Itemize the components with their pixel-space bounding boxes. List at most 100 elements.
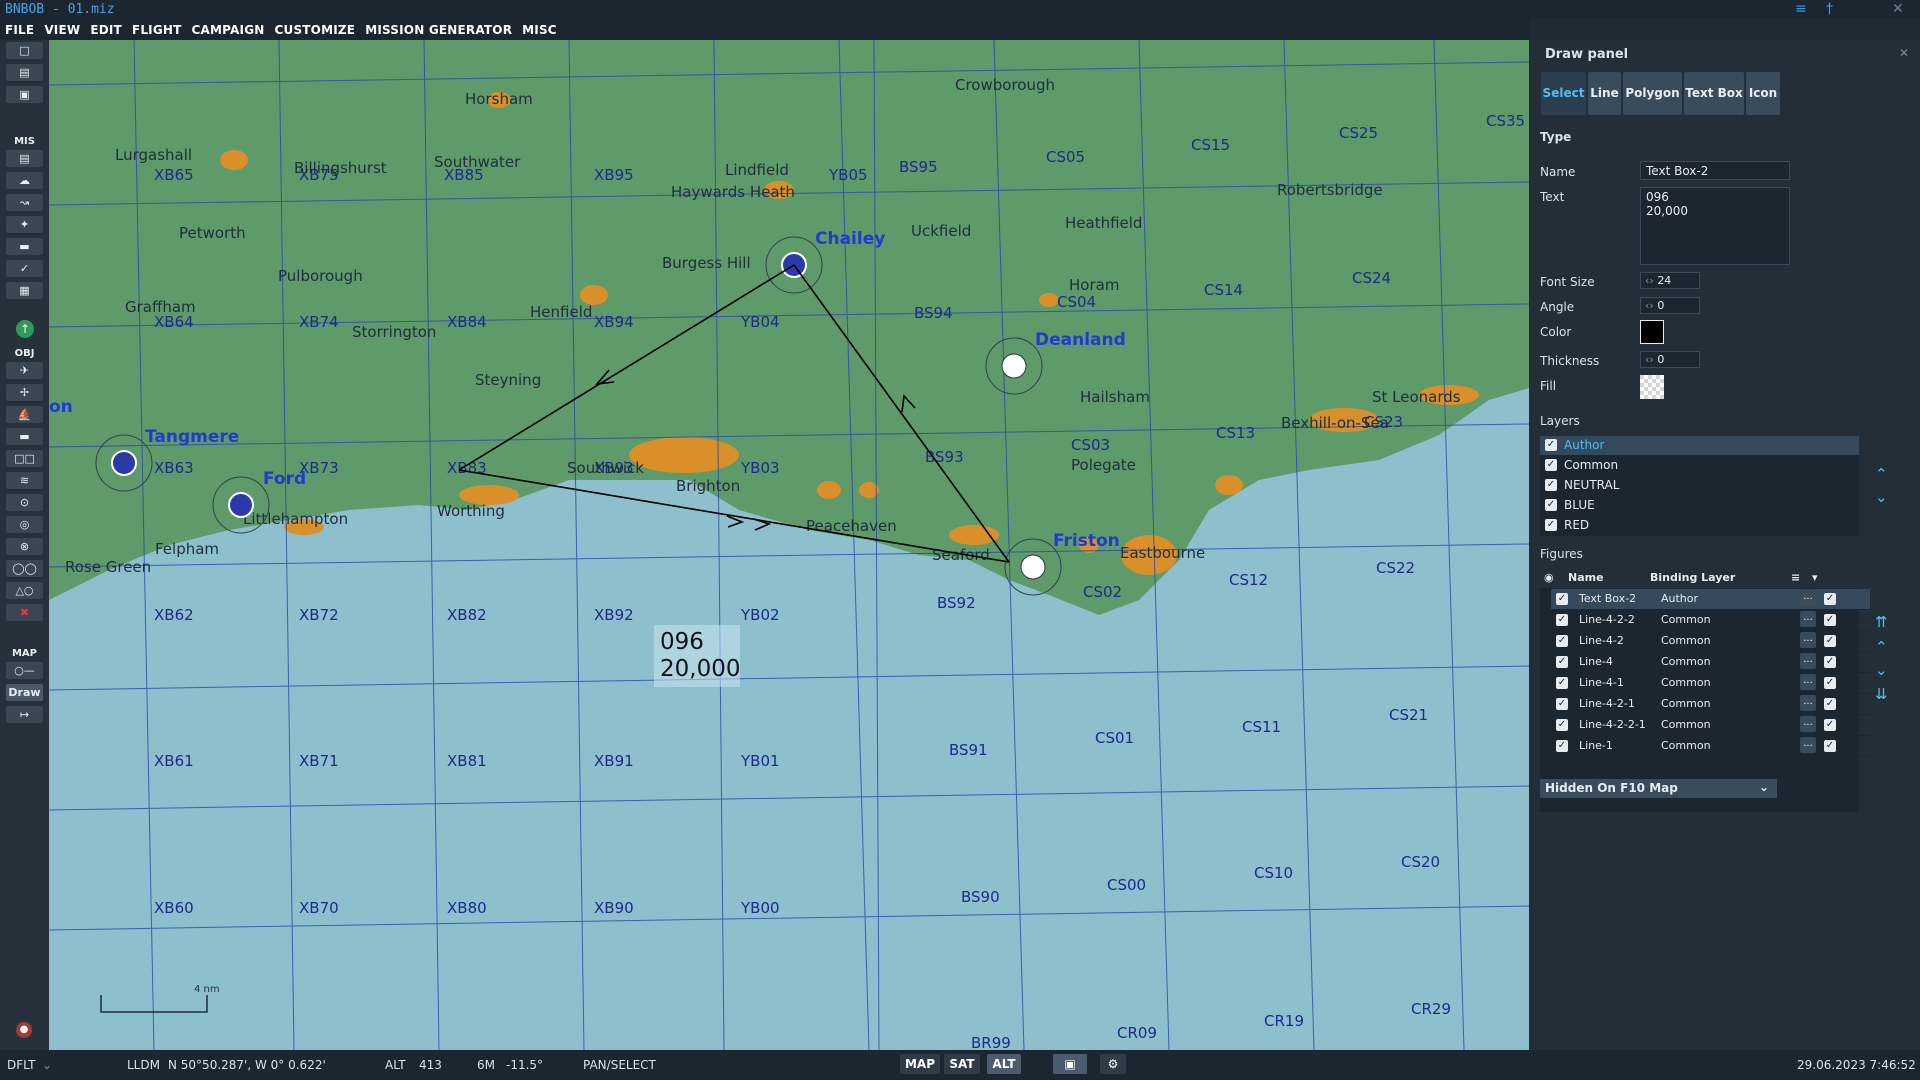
- sat-view-button[interactable]: SAT: [944, 1054, 980, 1074]
- menu-misc[interactable]: MISC: [517, 20, 562, 37]
- header-binding-layer[interactable]: Binding Layer: [1650, 571, 1735, 584]
- figure-options-button[interactable]: ...: [1800, 737, 1816, 753]
- helicopter-icon[interactable]: ✢: [6, 384, 43, 401]
- route-icon[interactable]: ↝: [6, 194, 43, 211]
- wifi-icon[interactable]: ≡: [1795, 1, 1807, 17]
- color-swatch[interactable]: [1640, 320, 1664, 344]
- check-icon[interactable]: ✓: [6, 260, 43, 277]
- figure-row[interactable]: ✓ Line-4-1 Common... ✓: [1551, 673, 1870, 694]
- menu-flight[interactable]: FLIGHT: [127, 20, 187, 37]
- vehicle-icon[interactable]: ▬: [6, 428, 43, 445]
- menu-customize[interactable]: CUSTOMIZE: [270, 20, 361, 37]
- checkbox[interactable]: ✓: [1824, 593, 1836, 605]
- mission-options-icon[interactable]: ▤: [6, 150, 43, 167]
- tab-line[interactable]: Line: [1588, 72, 1621, 115]
- checkbox[interactable]: ✓: [1824, 698, 1836, 710]
- map-canvas[interactable]: XB65 XB75 XB85 XB95 YB05 BS95 CS05CS15 CS25…: [49, 40, 1529, 1050]
- figure-options-button[interactable]: ...: [1800, 716, 1816, 732]
- pin-icon[interactable]: ▾: [1812, 571, 1818, 584]
- menu-mission-generator[interactable]: MISSION GENERATOR: [360, 20, 517, 37]
- checkbox[interactable]: ✓: [1824, 677, 1836, 689]
- checkbox[interactable]: ✓: [1556, 656, 1568, 668]
- groups-icon[interactable]: ▦: [6, 282, 43, 299]
- figure-options-button[interactable]: ...: [1800, 653, 1816, 669]
- layout-icon[interactable]: ▣: [1053, 1054, 1087, 1074]
- map-text-box[interactable]: 096 20,000: [654, 625, 740, 687]
- map-ruler-icon[interactable]: ○—: [6, 662, 43, 679]
- eye-icon[interactable]: ◉: [1544, 571, 1554, 584]
- menu-edit[interactable]: EDIT: [85, 20, 127, 37]
- ship-icon[interactable]: ⛵: [6, 406, 43, 423]
- layer-up-icon[interactable]: ⌃: [1875, 465, 1888, 483]
- figure-row[interactable]: ✓ Line-4-2-1 Common... ✓: [1551, 694, 1870, 715]
- chevron-down-icon[interactable]: ⌄: [42, 1058, 52, 1072]
- antenna-icon[interactable]: †: [1826, 1, 1833, 17]
- checkbox[interactable]: ✓: [1824, 656, 1836, 668]
- figure-row[interactable]: ✓ Line-4-2 Common... ✓: [1551, 631, 1870, 652]
- target-icon[interactable]: ⊗: [6, 538, 43, 555]
- layer-row[interactable]: ✓ Common: [1540, 456, 1859, 475]
- fill-swatch[interactable]: [1640, 375, 1664, 399]
- checkbox[interactable]: ✓: [1545, 479, 1557, 491]
- checkbox[interactable]: ✓: [1824, 614, 1836, 626]
- map-view-button[interactable]: MAP: [900, 1054, 940, 1074]
- plane-icon[interactable]: ✈: [6, 362, 43, 379]
- header-name[interactable]: Name: [1568, 571, 1604, 584]
- layer-row[interactable]: ✓ RED: [1540, 516, 1859, 535]
- figure-row[interactable]: ✓ Line-4-2-2-1 Common... ✓: [1551, 715, 1870, 736]
- layer-down-icon[interactable]: ⌄: [1875, 488, 1888, 506]
- tab-select[interactable]: Select: [1541, 72, 1586, 115]
- layers-icon[interactable]: ≡: [1791, 571, 1800, 584]
- checkbox[interactable]: ✓: [1545, 459, 1557, 471]
- layer-row[interactable]: ✓ BLUE: [1540, 496, 1859, 515]
- figure-options-button[interactable]: ...: [1800, 674, 1816, 690]
- move-up-icon[interactable]: ⌃: [1875, 638, 1888, 656]
- checkbox[interactable]: ✓: [1556, 677, 1568, 689]
- text-field[interactable]: 096 20,000: [1640, 187, 1790, 265]
- move-down-icon[interactable]: ⌄: [1875, 661, 1888, 679]
- figure-options-button[interactable]: ...: [1800, 590, 1816, 606]
- figure-options-button[interactable]: ...: [1800, 632, 1816, 648]
- stepper-arrows-icon[interactable]: ‹›: [1645, 353, 1654, 366]
- figure-row[interactable]: ✓ Line-4 Common... ✓: [1551, 652, 1870, 673]
- measure-icon[interactable]: ↦: [6, 706, 43, 723]
- alt-view-button[interactable]: ALT: [987, 1054, 1021, 1074]
- checkbox[interactable]: ✓: [1556, 719, 1568, 731]
- map-view[interactable]: XB65 XB75 XB85 XB95 YB05 BS95 CS05 CS15 CS25…: [49, 40, 1529, 1050]
- thickness-stepper[interactable]: ‹› 0: [1640, 351, 1700, 368]
- coord-mode[interactable]: LLDM: [127, 1058, 160, 1072]
- compass-icon[interactable]: ↑: [16, 320, 34, 338]
- trigger-zone-icon[interactable]: ◎: [6, 516, 43, 533]
- figure-row[interactable]: ✓ Line-1 Common... ✓: [1551, 736, 1870, 757]
- visibility-dropdown[interactable]: Hidden On F10 Map ⌄: [1540, 779, 1777, 798]
- layer-row[interactable]: ✓ NEUTRAL: [1540, 476, 1859, 495]
- tab-polygon[interactable]: Polygon: [1623, 72, 1682, 115]
- figure-options-button[interactable]: ...: [1800, 611, 1816, 627]
- checkbox[interactable]: ✓: [1556, 740, 1568, 752]
- static-object-icon[interactable]: □□: [6, 450, 43, 467]
- profile-dropdown[interactable]: DFLT: [7, 1058, 36, 1072]
- airport-icon[interactable]: ◯◯: [6, 560, 43, 577]
- checkbox[interactable]: ✓: [1556, 593, 1568, 605]
- open-file-icon[interactable]: ▤: [6, 64, 43, 81]
- checkbox[interactable]: ✓: [1824, 635, 1836, 647]
- chevron-down-icon[interactable]: ⌄: [1759, 780, 1769, 794]
- save-file-icon[interactable]: ▣: [6, 86, 43, 103]
- checkbox[interactable]: ✓: [1545, 439, 1557, 451]
- weather-icon[interactable]: ☁: [6, 172, 43, 189]
- close-icon[interactable]: ✕: [1892, 1, 1904, 17]
- tab-icon[interactable]: Icon: [1746, 72, 1780, 115]
- checkbox[interactable]: ✓: [1545, 519, 1557, 531]
- menu-file[interactable]: FILE: [0, 20, 39, 37]
- draw-tool-button[interactable]: Draw: [6, 684, 43, 701]
- record-icon[interactable]: ●: [16, 1022, 32, 1038]
- checkbox[interactable]: ✓: [1545, 499, 1557, 511]
- move-bottom-icon[interactable]: ⇊: [1875, 685, 1888, 703]
- settings-icon[interactable]: ⚙: [1100, 1054, 1126, 1074]
- navpoint-icon[interactable]: ⊙: [6, 494, 43, 511]
- checkbox[interactable]: ✓: [1556, 614, 1568, 626]
- stepper-arrows-icon[interactable]: ‹›: [1645, 274, 1654, 287]
- tab-text-box[interactable]: Text Box: [1684, 72, 1744, 115]
- stepper-arrows-icon[interactable]: ‹›: [1645, 299, 1654, 312]
- layer-row[interactable]: ✓ Author: [1540, 436, 1859, 455]
